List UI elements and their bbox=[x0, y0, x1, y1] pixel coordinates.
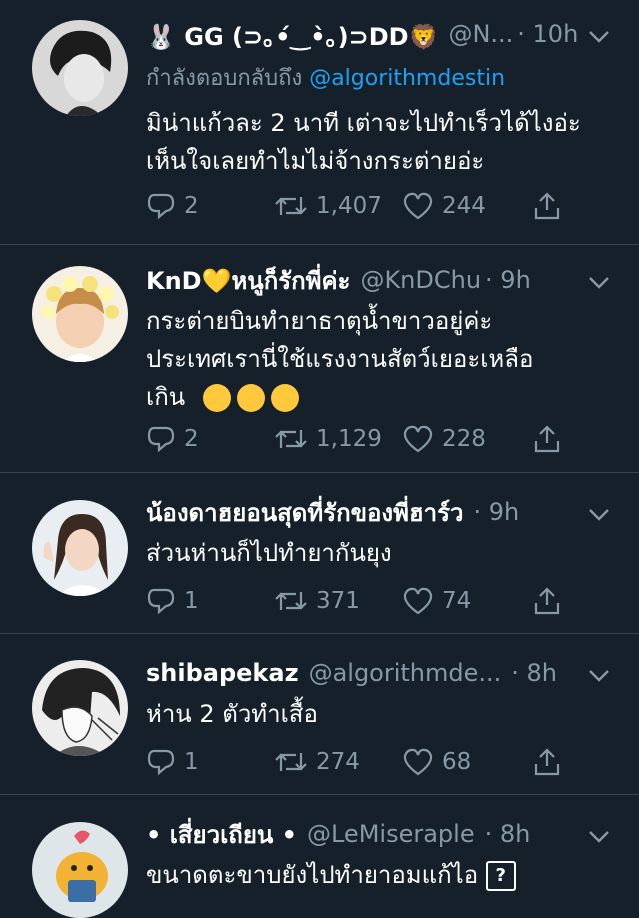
share-button[interactable] bbox=[532, 424, 562, 454]
like-count: 244 bbox=[442, 193, 486, 219]
question-mark-icon: ? bbox=[485, 861, 516, 891]
like-count: 68 bbox=[442, 749, 472, 775]
tweet-actions: 1 371 74 bbox=[146, 584, 576, 618]
timestamp[interactable]: · 9h bbox=[473, 498, 519, 526]
like-button[interactable]: 74 bbox=[402, 586, 471, 616]
display-name[interactable]: KnD💛หนูก็รักพี่ค่ะ bbox=[146, 262, 350, 298]
share-icon bbox=[534, 192, 560, 220]
retweet-icon bbox=[275, 592, 307, 610]
tweet-actions: 2 1,407 244 bbox=[146, 189, 576, 223]
reply-count: 1 bbox=[184, 749, 199, 775]
user-handle[interactable]: @KnDChu bbox=[360, 266, 481, 294]
like-button[interactable]: 68 bbox=[402, 747, 471, 777]
like-button[interactable]: 228 bbox=[402, 424, 486, 454]
tweet-2[interactable]: KnD💛หนูก็รักพี่ค่ะ @KnDChu · 9h กระต่ายบ… bbox=[0, 244, 639, 473]
share-icon bbox=[534, 748, 560, 776]
retweet-icon bbox=[275, 430, 307, 448]
reply-icon bbox=[147, 193, 175, 220]
reply-count: 1 bbox=[184, 588, 199, 614]
avatar[interactable] bbox=[32, 822, 128, 918]
share-icon bbox=[534, 425, 560, 453]
reply-icon bbox=[147, 749, 175, 776]
user-handle[interactable]: @N... bbox=[448, 20, 513, 48]
crying-face-icon bbox=[270, 384, 299, 412]
reply-button[interactable]: 1 bbox=[146, 747, 199, 777]
share-icon bbox=[534, 587, 560, 615]
crying-face-icon bbox=[236, 384, 265, 412]
display-name[interactable]: shibapekaz bbox=[146, 659, 299, 687]
chevron-down-icon[interactable] bbox=[587, 502, 611, 526]
tweet-text: ห่าน 2 ตัวทำเสื้อ bbox=[146, 700, 318, 728]
timestamp[interactable]: · 9h bbox=[485, 266, 531, 294]
heart-icon bbox=[403, 587, 433, 615]
avatar[interactable] bbox=[32, 660, 128, 756]
retweet-button[interactable]: 1,129 bbox=[274, 424, 382, 454]
retweet-icon bbox=[275, 197, 307, 215]
tweet-text: มิน่าแก้วละ 2 นาที เต่าจะไปทำเร็วได้ไงอ่… bbox=[146, 109, 581, 175]
display-name[interactable]: น้องดาฮยอนสุดที่รักของพี่ฮาร์ว bbox=[146, 494, 463, 530]
tweet-text: กระต่ายบินทำยาธาตุน้ำขาวอยู่ค่ะ ประเทศเร… bbox=[146, 307, 534, 412]
chevron-down-icon[interactable] bbox=[587, 663, 611, 687]
tweet-actions: 1 274 68 bbox=[146, 745, 576, 779]
like-count: 74 bbox=[442, 588, 472, 614]
user-handle[interactable]: @algorithmde... bbox=[309, 659, 502, 687]
timestamp[interactable]: · 8h bbox=[485, 820, 531, 848]
tweet-actions: 2 1,129 228 bbox=[146, 422, 576, 456]
chevron-down-icon[interactable] bbox=[587, 24, 611, 48]
timestamp[interactable]: · 10h bbox=[517, 20, 578, 48]
retweet-button[interactable]: 1,407 bbox=[274, 191, 382, 221]
reply-count: 2 bbox=[184, 426, 199, 452]
retweet-button[interactable]: 274 bbox=[274, 747, 360, 777]
retweet-icon bbox=[275, 753, 307, 771]
like-button[interactable]: 244 bbox=[402, 191, 486, 221]
display-name[interactable]: • เสี่ยวเถียน • bbox=[146, 816, 297, 852]
share-button[interactable] bbox=[532, 747, 562, 777]
chevron-down-icon[interactable] bbox=[587, 824, 611, 848]
retweet-count: 274 bbox=[316, 749, 360, 775]
tweet-1[interactable]: 🐰 GG (⊃｡•́‿•̀｡)⊃DD🦁 @N... · 10h กำลังตอบ… bbox=[0, 0, 639, 245]
tweet-5[interactable]: • เสี่ยวเถียน • @LeMiseraple · 8h ขนาดตะ… bbox=[0, 794, 639, 918]
reply-button[interactable]: 2 bbox=[146, 424, 199, 454]
replying-to: กำลังตอบกลับถึง @algorithmdestin bbox=[146, 66, 506, 91]
retweet-button[interactable]: 371 bbox=[274, 586, 360, 616]
reply-icon bbox=[147, 426, 175, 453]
reply-button[interactable]: 1 bbox=[146, 586, 199, 616]
reply-count: 2 bbox=[184, 193, 199, 219]
avatar[interactable] bbox=[32, 500, 128, 596]
reply-mention-link[interactable]: @algorithmdestin bbox=[309, 66, 505, 91]
chevron-down-icon[interactable] bbox=[587, 270, 611, 294]
user-handle[interactable]: @LeMiseraple bbox=[307, 820, 475, 848]
tweet-text: ขนาดตะขาบยังไปทำยาอมแก้ไอ ? bbox=[146, 856, 599, 894]
like-count: 228 bbox=[442, 426, 486, 452]
heart-icon bbox=[403, 192, 433, 220]
share-button[interactable] bbox=[532, 586, 562, 616]
reply-icon bbox=[147, 588, 175, 615]
tweet-4[interactable]: shibapekaz @algorithmde... · 8h ห่าน 2 ต… bbox=[0, 633, 639, 795]
retweet-count: 371 bbox=[316, 588, 360, 614]
avatar[interactable] bbox=[32, 20, 128, 116]
display-name[interactable]: 🐰 GG (⊃｡•́‿•̀｡)⊃DD🦁 bbox=[146, 17, 438, 52]
crying-face-icon bbox=[202, 384, 231, 412]
tweet-text: ส่วนห่านก็ไปทำยากันยุง bbox=[146, 539, 392, 567]
timestamp[interactable]: · 8h bbox=[511, 659, 557, 687]
heart-icon bbox=[403, 748, 433, 776]
reply-button[interactable]: 2 bbox=[146, 191, 199, 221]
retweet-count: 1,407 bbox=[316, 193, 382, 219]
heart-icon bbox=[403, 425, 433, 453]
retweet-count: 1,129 bbox=[316, 426, 382, 452]
tweet-3[interactable]: น้องดาฮยอนสุดที่รักของพี่ฮาร์ว · 9h ส่วน… bbox=[0, 472, 639, 634]
share-button[interactable] bbox=[532, 191, 562, 221]
avatar[interactable] bbox=[32, 266, 128, 362]
